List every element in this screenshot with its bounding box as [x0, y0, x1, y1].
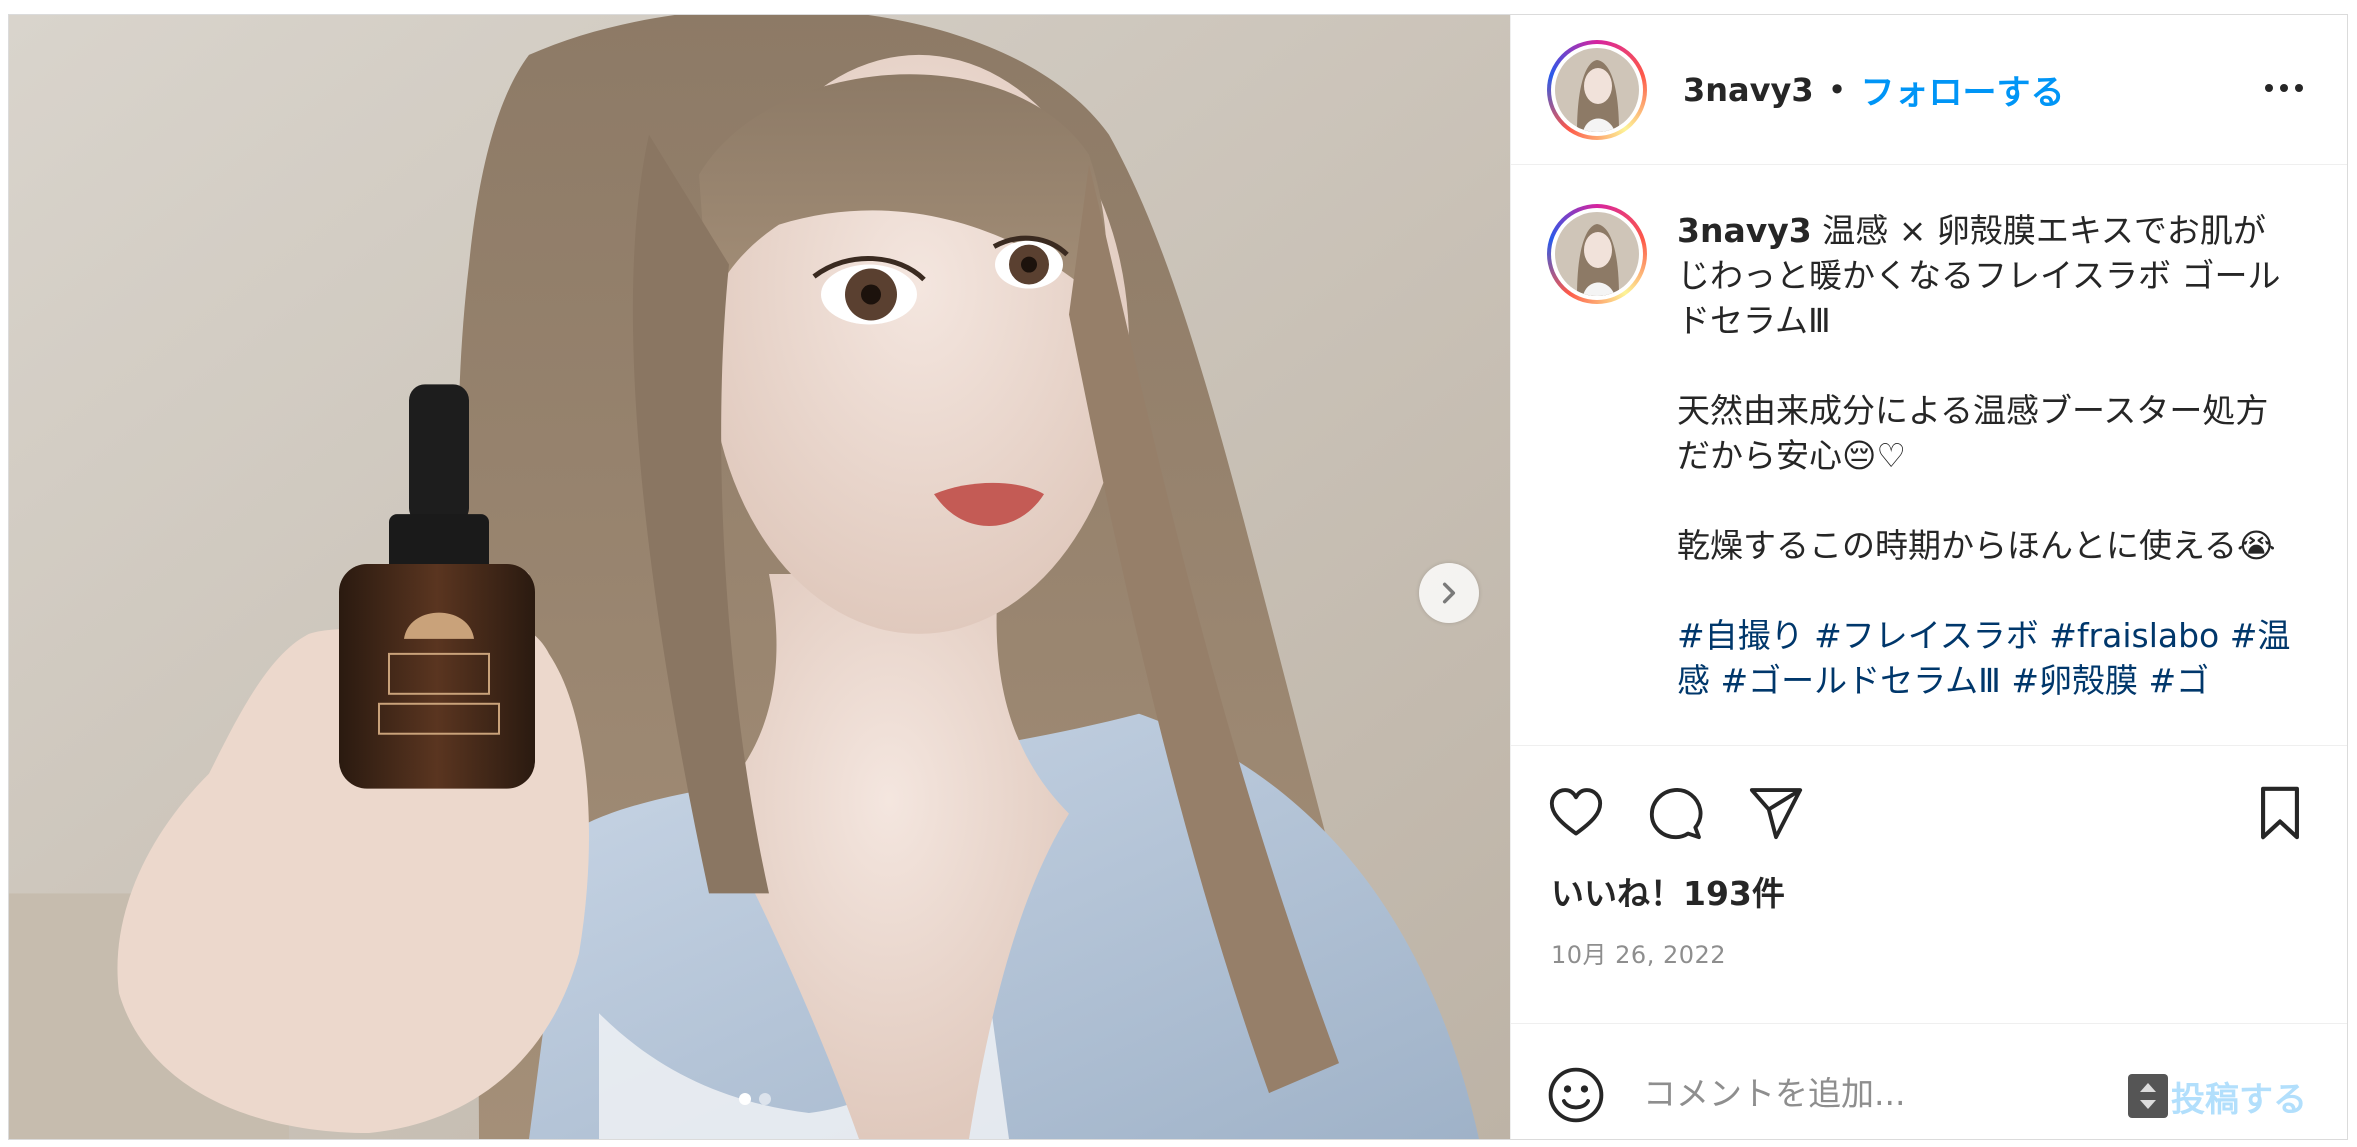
carousel-dot-2 — [759, 1093, 771, 1105]
smiley-icon[interactable] — [1547, 1066, 1605, 1124]
post-photo — [9, 15, 1510, 1139]
carousel-dot-1 — [739, 1093, 751, 1105]
carousel-indicator — [739, 1093, 771, 1105]
comment-bar: 投稿する — [1511, 1023, 2347, 1139]
post-media[interactable] — [9, 15, 1510, 1139]
resize-handle[interactable] — [2128, 1074, 2168, 1118]
post-card: 3navy3 • フォローする 3navy3 温感 × 卵殻膜エキスでお肌がじわ… — [8, 14, 2348, 1140]
caption-line-3: 乾燥するこの時期からほんとに使える😭 — [1677, 526, 2276, 565]
more-horizontal-icon[interactable] — [2259, 73, 2309, 103]
heart-icon[interactable] — [1547, 784, 1605, 842]
comment-input[interactable] — [1641, 1062, 2085, 1124]
avatar-image — [1555, 47, 1639, 132]
caption-username[interactable]: 3navy3 — [1677, 211, 1812, 250]
next-slide-button[interactable] — [1419, 563, 1479, 623]
post-detail-panel: 3navy3 • フォローする 3navy3 温感 × 卵殻膜エキスでお肌がじわ… — [1510, 15, 2347, 1139]
action-bar — [1511, 745, 2347, 886]
post-header: 3navy3 • フォローする — [1511, 15, 2347, 165]
avatar-image — [1555, 212, 1639, 296]
comment-icon[interactable] — [1647, 784, 1705, 842]
caption-hashtags[interactable]: #自撮り #フレイスラボ #fraislabo #温感 #ゴールドセラムⅢ #卵… — [1677, 613, 2297, 703]
follow-button[interactable]: フォローする — [1861, 65, 2065, 114]
avatar[interactable] — [1547, 39, 1647, 140]
caption-text: 3navy3 温感 × 卵殻膜エキスでお肌がじわっと暖かくなるフレイスラボ ゴー… — [1677, 208, 2297, 746]
separator-dot: • — [1827, 70, 1847, 109]
chevron-right-icon — [1442, 582, 1456, 604]
caption-avatar[interactable] — [1547, 204, 1647, 304]
likes-count[interactable]: いいね！193件 — [1551, 867, 1785, 915]
send-icon[interactable] — [1747, 784, 1805, 842]
caption-section[interactable]: 3navy3 温感 × 卵殻膜エキスでお肌がじわっと暖かくなるフレイスラボ ゴー… — [1511, 166, 2347, 746]
spinner-arrows-icon — [2140, 1083, 2156, 1109]
post-author-username[interactable]: 3navy3 — [1683, 71, 1814, 109]
post-date[interactable]: 10月 26, 2022 — [1551, 935, 1726, 970]
caption-line-2: 天然由来成分による温感ブースター処方だから安心😔♡ — [1677, 391, 2269, 475]
post-comment-button[interactable]: 投稿する — [2171, 1072, 2307, 1121]
bookmark-icon[interactable] — [2251, 784, 2309, 842]
